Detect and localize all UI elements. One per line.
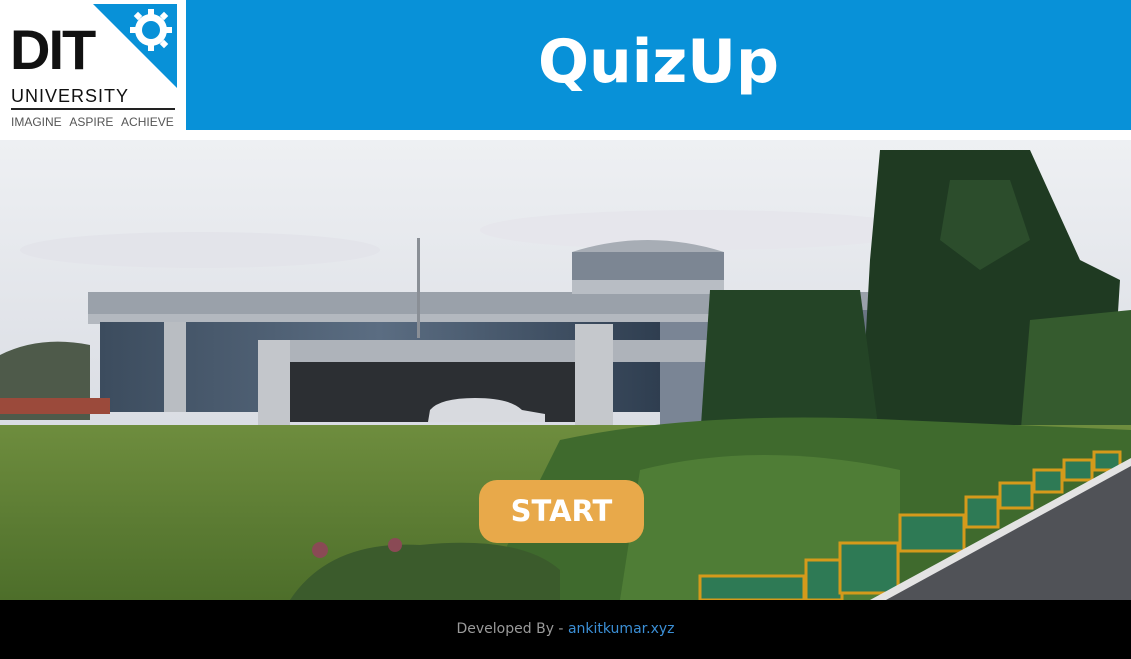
- logo-subtitle: UNIVERSITY: [11, 86, 130, 106]
- university-logo[interactable]: DIT UNIVERSITY IMAGINE ASPIRE ACHIEVE: [0, 0, 186, 140]
- page: DIT UNIVERSITY IMAGINE ASPIRE ACHIEVE Qu…: [0, 0, 1131, 659]
- gear-icon: [93, 4, 177, 88]
- logo-divider: [11, 108, 175, 110]
- title-bar: QuizUp: [186, 0, 1131, 130]
- page-title: QuizUp: [538, 27, 779, 97]
- developer-link[interactable]: ankitkumar.xyz: [568, 621, 675, 637]
- start-button[interactable]: START: [479, 480, 644, 543]
- footer-credit-prefix: Developed By -: [456, 621, 568, 637]
- footer: Developed By - ankitkumar.xyz: [0, 600, 1131, 659]
- header: DIT UNIVERSITY IMAGINE ASPIRE ACHIEVE Qu…: [0, 0, 1131, 140]
- logo-tagline: IMAGINE ASPIRE ACHIEVE: [11, 115, 174, 129]
- logo-wordmark: DIT: [10, 18, 96, 81]
